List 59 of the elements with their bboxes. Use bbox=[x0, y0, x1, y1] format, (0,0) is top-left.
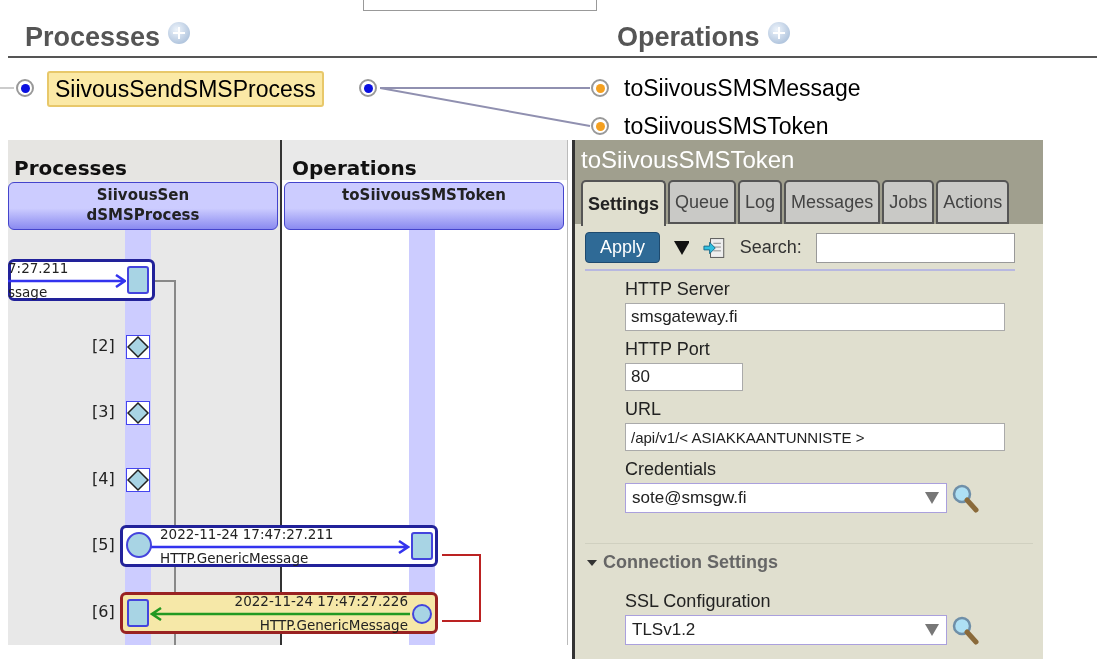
section-toggle[interactable]: Connection Settings bbox=[585, 552, 778, 573]
caret-icon bbox=[587, 558, 597, 567]
search-field[interactable] bbox=[815, 232, 1015, 263]
field-label: SSL Configuration bbox=[625, 591, 772, 612]
operation-node[interactable]: toSiivousSMSMessage bbox=[624, 74, 861, 102]
diamond-icon[interactable] bbox=[126, 467, 150, 492]
message-time: 2022-11-24 17:47:27.211 bbox=[160, 527, 334, 542]
diamond-icon[interactable] bbox=[126, 401, 150, 425]
arrow-icon bbox=[8, 274, 126, 288]
field-label: HTTP Port bbox=[625, 339, 711, 360]
text-field[interactable]: smsgateway.fi bbox=[625, 303, 1005, 331]
connector-line bbox=[0, 87, 14, 89]
column-heading: Processes bbox=[8, 140, 280, 180]
field-label: URL bbox=[625, 399, 662, 420]
tab[interactable]: Jobs bbox=[882, 180, 935, 224]
event-index: [4] bbox=[92, 468, 115, 488]
message-square-icon bbox=[127, 598, 149, 627]
message-square-icon bbox=[127, 266, 149, 294]
message-time: 2022-11-24 17:47:27.226 bbox=[234, 593, 408, 609]
operation-node[interactable]: toSiivousSMSToken bbox=[624, 112, 829, 140]
magnifier-icon[interactable] bbox=[951, 615, 979, 645]
field-label: Credentials bbox=[625, 459, 718, 480]
magnifier-icon[interactable] bbox=[951, 483, 979, 513]
dropdown[interactable]: TLSv1.2 bbox=[625, 615, 947, 645]
tab[interactable]: Actions bbox=[936, 180, 1010, 224]
message-square-icon bbox=[411, 532, 433, 560]
section-heading: Processes bbox=[25, 21, 161, 53]
dropdown[interactable]: sote@smsgw.fi bbox=[625, 483, 947, 513]
column-heading: Operations bbox=[282, 140, 567, 180]
field-label: HTTP Server bbox=[625, 279, 731, 300]
tab[interactable]: Queue bbox=[668, 180, 737, 224]
arrow-icon bbox=[150, 606, 410, 621]
text-field[interactable] bbox=[363, 0, 597, 11]
panel-title: toSiivousSMSToken bbox=[581, 146, 796, 175]
diamond-icon[interactable] bbox=[126, 334, 150, 359]
lane-header: toSiivousSMSToken bbox=[284, 182, 564, 230]
apply-button[interactable]: Apply bbox=[585, 232, 661, 263]
caret-icon[interactable] bbox=[674, 240, 690, 255]
port-icon[interactable] bbox=[359, 79, 377, 97]
document-arrow-icon[interactable] bbox=[703, 235, 726, 260]
message-type: HTTP.GenericMessage bbox=[160, 551, 309, 566]
event-index: [5] bbox=[92, 535, 115, 554]
lane-header: SiivousSen dSMSProcess bbox=[8, 182, 278, 230]
dropdown-arrow-icon bbox=[924, 491, 940, 505]
event-index: [6] bbox=[92, 601, 115, 621]
dropdown-arrow-icon bbox=[924, 623, 940, 637]
tab[interactable]: Settings bbox=[581, 180, 666, 226]
arrow-icon bbox=[150, 540, 410, 554]
text-field[interactable]: /api/v1/< ASIAKKAANTUNNISTE > bbox=[625, 423, 1005, 451]
section-heading: Operations bbox=[617, 21, 760, 53]
process-node[interactable]: SiivousSendSMSProcess bbox=[47, 71, 324, 107]
tab[interactable]: Messages bbox=[784, 180, 881, 224]
event-index: [3] bbox=[92, 402, 115, 421]
port-icon[interactable] bbox=[16, 79, 34, 97]
search-label: Search: bbox=[739, 237, 802, 258]
event-index: [2] bbox=[92, 335, 115, 355]
tab[interactable]: Log bbox=[738, 180, 783, 224]
text-field[interactable]: 80 bbox=[625, 363, 743, 391]
message-type: HTTP.GenericMessage bbox=[259, 617, 408, 633]
